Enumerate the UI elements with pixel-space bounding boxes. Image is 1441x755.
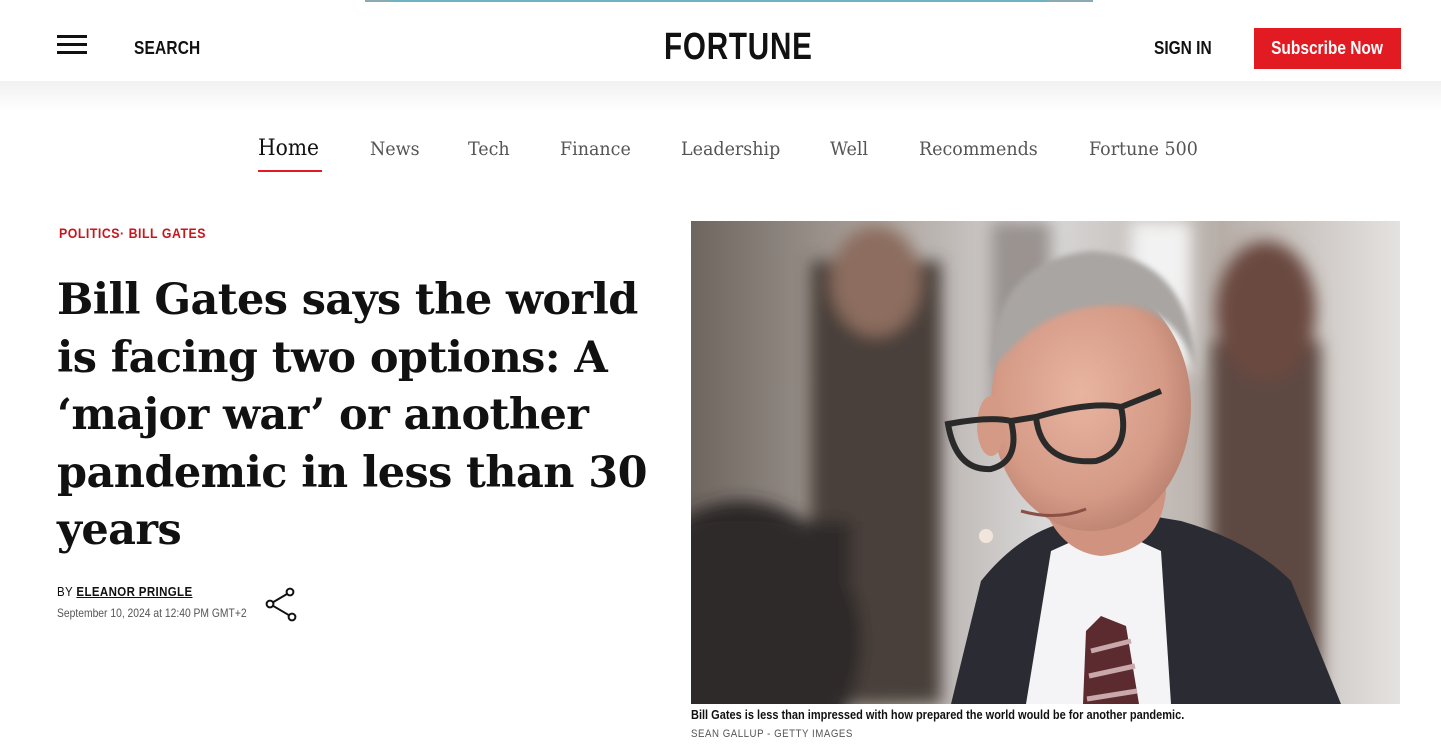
- subscribe-button[interactable]: Subscribe Now: [1254, 28, 1401, 69]
- nav-item-recommends[interactable]: Recommends: [919, 138, 1038, 160]
- kicker-tag-bill-gates[interactable]: BILL GATES: [129, 225, 206, 241]
- nav-active-underline: [258, 170, 322, 172]
- nav-item-home[interactable]: Home: [258, 136, 319, 161]
- article-headline: Bill Gates says the world is facing two …: [57, 275, 648, 555]
- byline: BY ELEANOR PRINGLE: [57, 585, 192, 599]
- kicker-separator: ·: [120, 225, 125, 241]
- nav-item-well[interactable]: Well: [830, 138, 868, 160]
- search-link[interactable]: SEARCH: [134, 38, 200, 59]
- nav-item-fortune-500[interactable]: Fortune 500: [1089, 138, 1198, 160]
- site-header: SEARCH FORTUNE SIGN IN Subscribe Now: [0, 2, 1441, 81]
- share-icon[interactable]: [264, 587, 298, 623]
- publish-date: September 10, 2024 at 12:40 PM GMT+2: [57, 606, 247, 620]
- section-nav: Home News Tech Finance Leadership Well R…: [0, 136, 1441, 178]
- nav-item-finance[interactable]: Finance: [560, 138, 631, 160]
- author-link[interactable]: ELEANOR PRINGLE: [76, 585, 192, 599]
- nav-item-news[interactable]: News: [370, 138, 420, 160]
- fortune-logo[interactable]: FORTUNE: [664, 25, 813, 69]
- photo-credit: SEAN GALLUP - GETTY IMAGES: [691, 728, 853, 740]
- header-shadow: [0, 81, 1441, 111]
- kicker-tag-politics[interactable]: POLITICS: [59, 225, 120, 241]
- menu-icon[interactable]: [57, 35, 87, 57]
- nav-item-leadership[interactable]: Leadership: [681, 138, 780, 160]
- byline-prefix: BY: [57, 585, 73, 599]
- article-photo: [691, 221, 1400, 704]
- nav-item-tech[interactable]: Tech: [468, 138, 510, 160]
- photo-caption: Bill Gates is less than impressed with h…: [691, 708, 1185, 722]
- subscribe-button-label: Subscribe Now: [1271, 38, 1384, 58]
- article-kicker: POLITICS· BILL GATES: [59, 225, 206, 241]
- sign-in-link[interactable]: SIGN IN: [1154, 38, 1212, 59]
